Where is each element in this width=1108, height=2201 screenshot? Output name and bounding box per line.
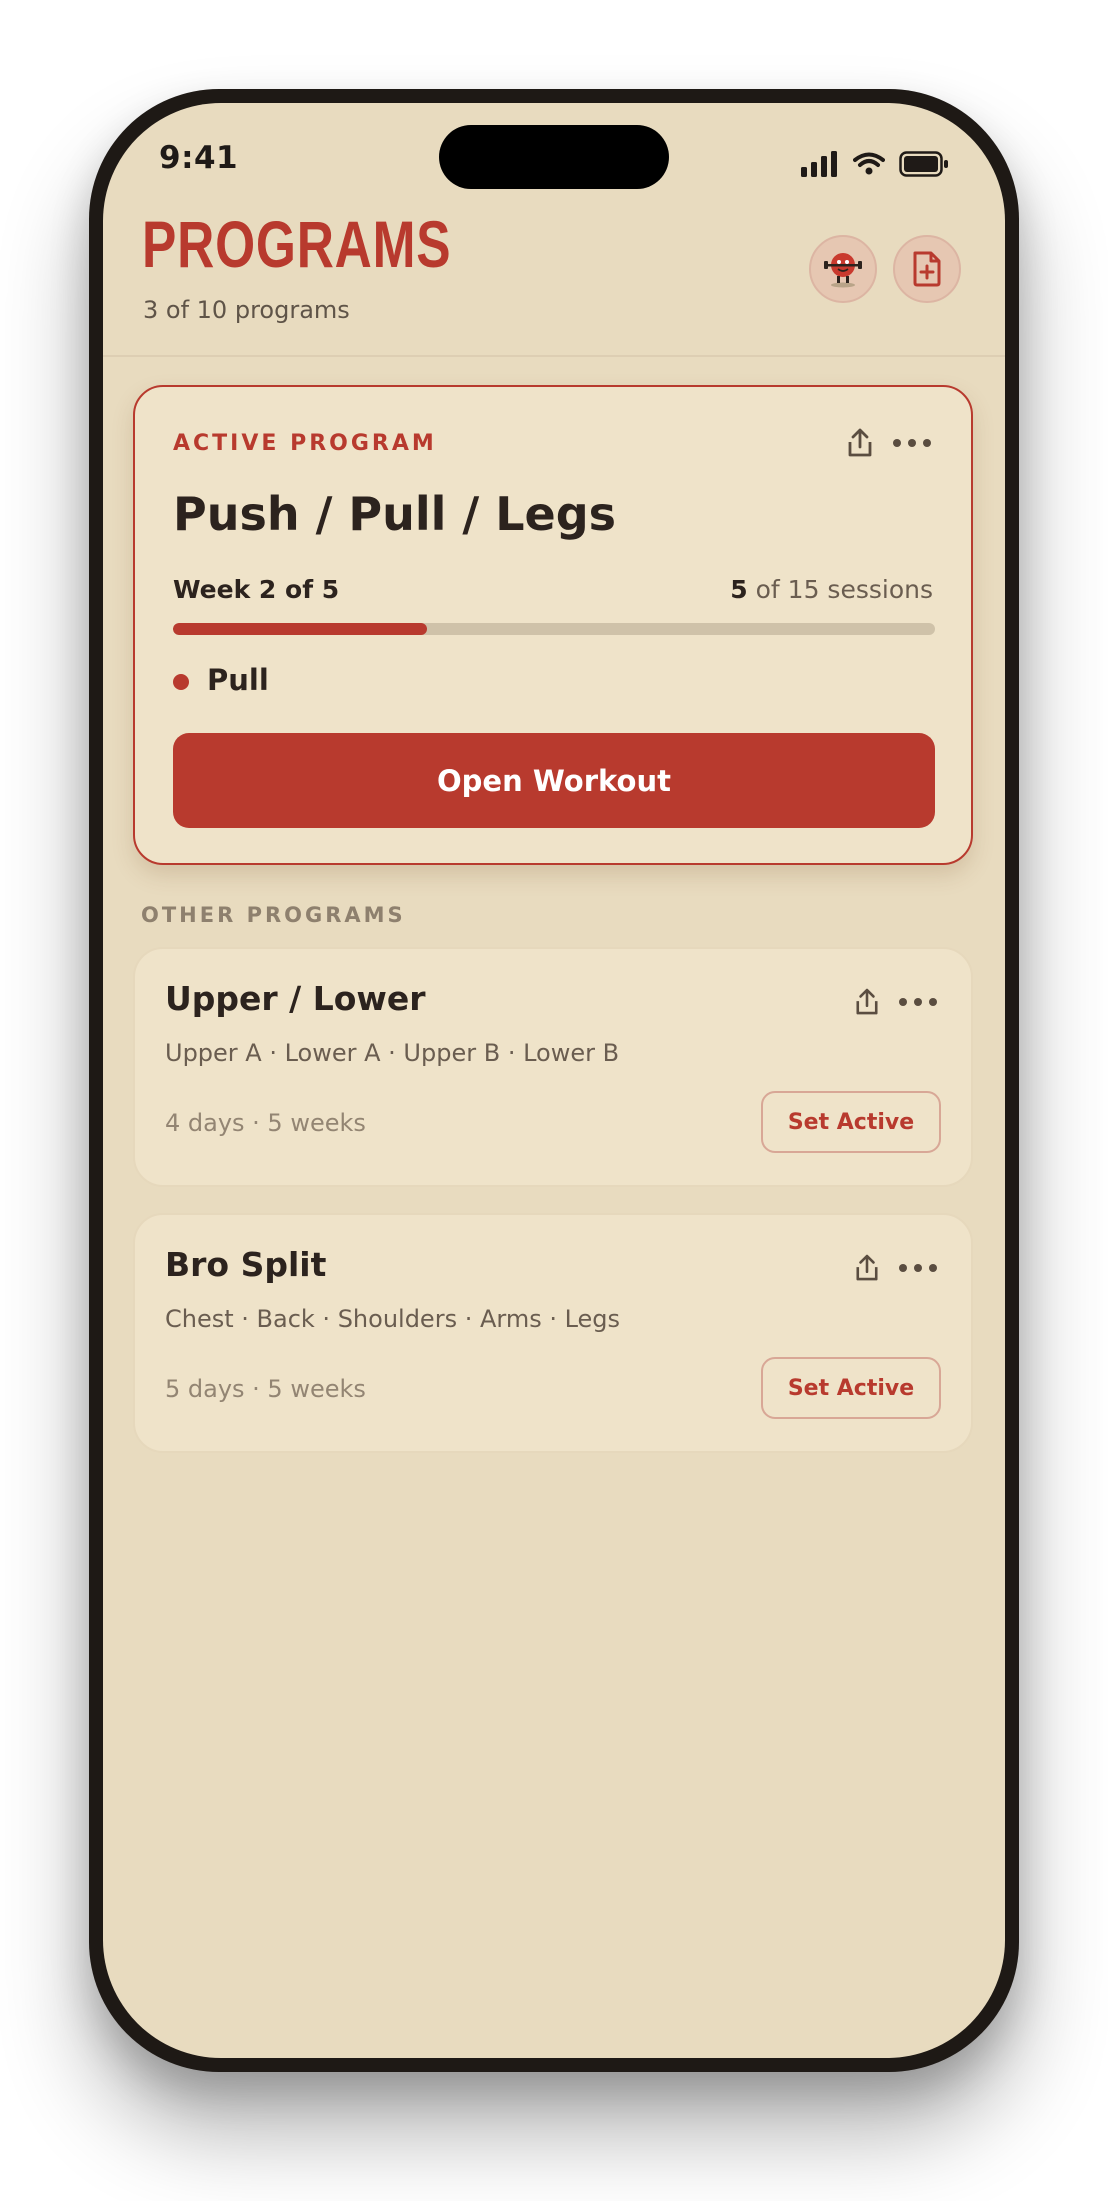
sessions-total: of 15 sessions <box>747 575 933 604</box>
dynamic-island <box>439 125 669 189</box>
card-actions <box>847 427 931 459</box>
status-time: 9:41 <box>159 140 239 176</box>
program-card[interactable]: Upper / Lower Upper A · Lower A · Upper … <box>133 947 973 1187</box>
open-workout-button[interactable]: Open Workout <box>173 733 935 828</box>
program-days: Chest · Back · Shoulders · Arms · Legs <box>165 1305 621 1333</box>
set-active-button[interactable]: Set Active <box>761 1091 941 1153</box>
current-day-dot <box>173 674 189 690</box>
battery-icon <box>899 151 948 177</box>
card-actions <box>855 1253 937 1283</box>
share-icon[interactable] <box>855 987 879 1017</box>
program-days: Upper A · Lower A · Upper B · Lower B <box>165 1039 620 1067</box>
page-title: PROGRAMS <box>142 207 452 281</box>
program-card[interactable]: Bro Split Chest · Back · Shoulders · Arm… <box>133 1213 973 1453</box>
week-label: Week 2 of 5 <box>173 575 340 604</box>
program-meta: 5 days · 5 weeks <box>165 1375 366 1403</box>
more-icon[interactable] <box>899 1264 937 1272</box>
active-program-label: ACTIVE PROGRAM <box>173 431 437 456</box>
more-icon[interactable] <box>899 998 937 1006</box>
wifi-icon <box>853 152 885 175</box>
set-active-button[interactable]: Set Active <box>761 1357 941 1419</box>
new-program-button[interactable] <box>893 235 961 303</box>
progress-fill <box>173 623 427 635</box>
program-meta: 4 days · 5 weeks <box>165 1109 366 1137</box>
active-program-card: ACTIVE PROGRAM Push / Pull / Legs Week 2… <box>133 385 973 865</box>
share-icon[interactable] <box>855 1253 879 1283</box>
more-icon[interactable] <box>893 439 931 447</box>
sessions-done: 5 <box>730 575 748 604</box>
mascot-button[interactable] <box>809 235 877 303</box>
active-program-name: Push / Pull / Legs <box>173 487 617 541</box>
app-screen: 9:41 PROGRAMS 3 of 10 programs ACTIVE PR… <box>103 103 1005 2058</box>
mascot-icon <box>824 253 862 288</box>
status-icons <box>801 151 949 177</box>
header-divider <box>103 355 1005 357</box>
progress-bar <box>173 623 935 635</box>
program-name: Upper / Lower <box>165 979 426 1018</box>
add-file-icon <box>913 251 941 287</box>
program-name: Bro Split <box>165 1245 327 1284</box>
signal-icon <box>801 151 837 177</box>
card-actions <box>855 987 937 1017</box>
program-count: 3 of 10 programs <box>143 296 350 324</box>
current-day-label: Pull <box>207 663 269 697</box>
share-icon[interactable] <box>847 427 873 459</box>
session-count: 5 of 15 sessions <box>730 575 933 604</box>
other-programs-label: OTHER PROGRAMS <box>141 903 406 927</box>
